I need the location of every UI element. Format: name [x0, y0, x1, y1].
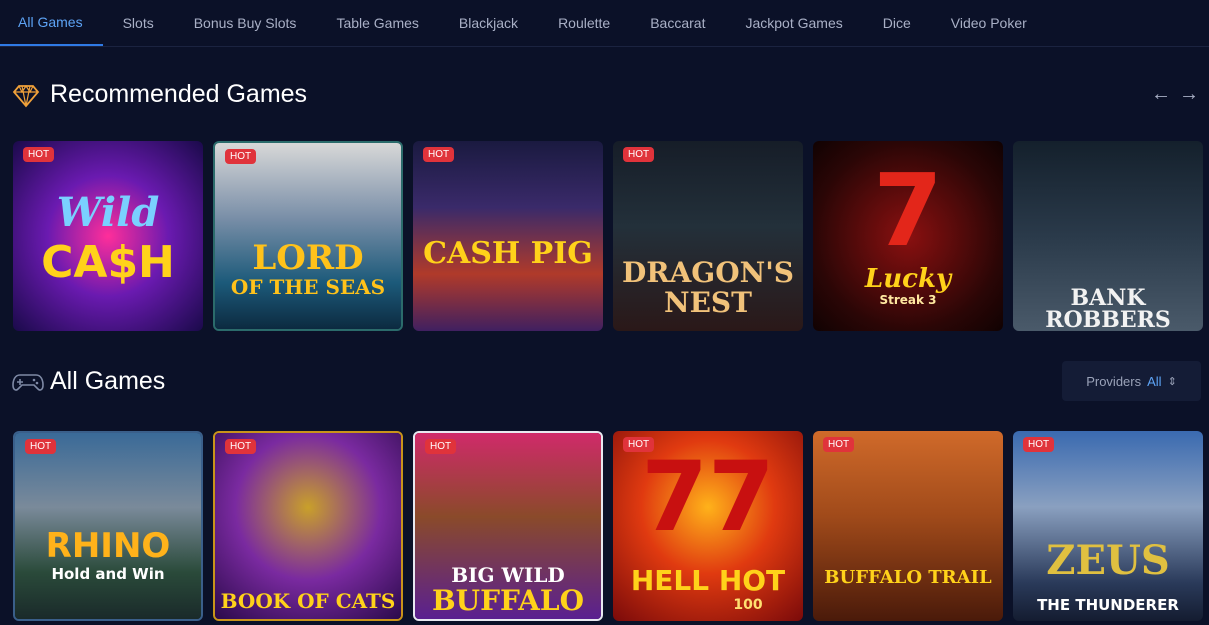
game-card-big-wild-buffalo[interactable]: HOT Big Wild Buffalo: [413, 431, 603, 621]
tab-all-games[interactable]: All Games: [0, 0, 103, 46]
game-title: Bank Robbers: [1045, 285, 1171, 331]
game-art: [13, 141, 203, 331]
recommended-title: Recommended Games: [50, 80, 308, 108]
game-art: [215, 143, 401, 329]
game-subtitle: Streak 3: [879, 293, 937, 307]
game-subtitle: 100: [733, 597, 763, 613]
tab-table-games[interactable]: Table Games: [316, 0, 438, 46]
game-title: Wild: [56, 189, 160, 236]
hot-badge: HOT: [1023, 437, 1055, 452]
game-title: Zeus: [1046, 537, 1170, 584]
game-title: of the Seas: [230, 275, 386, 299]
hot-badge: HOT: [25, 439, 57, 454]
tab-slots[interactable]: Slots: [103, 0, 174, 46]
game-card-rhino[interactable]: HOT Rhino Hold and Win: [13, 431, 203, 621]
game-title: Big Wild: [451, 563, 565, 587]
all-games-title: All Games: [50, 367, 166, 395]
category-tabs: All Games Slots Bonus Buy Slots Table Ga…: [0, 0, 1209, 47]
providers-label: Providers: [1086, 373, 1142, 389]
game-card-lord-of-the-seas[interactable]: HOT Lord of the Seas: [213, 141, 403, 331]
tab-video-poker[interactable]: Video Poker: [931, 0, 1047, 46]
game-title: CA$H: [41, 237, 175, 288]
game-title: 77: [641, 441, 775, 553]
game-card-dragons-nest[interactable]: HOT Dragon's Nest: [613, 141, 803, 331]
tab-jackpot-games[interactable]: Jackpot Games: [725, 0, 862, 46]
gamepad-icon: [12, 368, 44, 396]
all-games-row: HOT Rhino Hold and Win HOT Book of Cats …: [13, 431, 1203, 621]
game-title: Lucky: [864, 264, 952, 294]
hot-badge: HOT: [425, 439, 457, 454]
game-title: Lord: [252, 238, 364, 278]
arrow-right-icon[interactable]: →: [1179, 84, 1199, 104]
tab-bonus-buy-slots[interactable]: Bonus Buy Slots: [174, 0, 317, 46]
game-title: Hell Hot: [630, 564, 786, 597]
hot-badge: HOT: [823, 437, 855, 452]
game-card-lucky-streak-3[interactable]: 7 Lucky Streak 3: [813, 141, 1003, 331]
recommended-games-row: HOT Wild CA$H HOT Lord of the Seas HOT C…: [13, 141, 1203, 331]
game-card-zeus-the-thunderer[interactable]: HOT Zeus The Thunderer: [1013, 431, 1203, 621]
game-card-bank-robbers[interactable]: Bank Robbers: [1013, 141, 1203, 331]
game-card-wild-cash[interactable]: HOT Wild CA$H: [13, 141, 203, 331]
all-games-section-title: All Games: [12, 367, 165, 396]
tab-dice[interactable]: Dice: [863, 0, 931, 46]
game-title: Cash Pig: [423, 236, 593, 271]
game-card-book-of-cats[interactable]: HOT Book of Cats: [213, 431, 403, 621]
chevron-up-down-icon: ⇕: [1167, 375, 1177, 388]
recommended-section-title: Recommended Games: [12, 80, 307, 109]
game-title: Nest: [664, 286, 752, 319]
tab-roulette[interactable]: Roulette: [538, 0, 630, 46]
game-title: Book of Cats: [220, 589, 396, 613]
game-card-hell-hot-100[interactable]: HOT 77 Hell Hot 100: [613, 431, 803, 621]
tab-blackjack[interactable]: Blackjack: [439, 0, 538, 46]
hot-badge: HOT: [623, 437, 655, 452]
game-subtitle: Hold and Win: [51, 565, 165, 583]
hot-badge: HOT: [23, 147, 55, 162]
carousel-nav: ← →: [1151, 84, 1199, 104]
tab-baccarat[interactable]: Baccarat: [630, 0, 725, 46]
diamond-icon: [12, 81, 40, 109]
hot-badge: HOT: [623, 147, 655, 162]
game-title: Rhino: [45, 526, 171, 566]
providers-filter[interactable]: Providers All ⇕: [1062, 361, 1201, 401]
hot-badge: HOT: [225, 149, 257, 164]
game-subtitle: The Thunderer: [1037, 596, 1179, 614]
providers-value: All: [1147, 373, 1162, 389]
game-title: Dragon's: [622, 256, 794, 289]
arrow-left-icon[interactable]: ←: [1151, 84, 1171, 104]
game-card-cash-pig[interactable]: HOT Cash Pig: [413, 141, 603, 331]
game-art: [1013, 431, 1203, 621]
game-title: 7: [873, 152, 943, 269]
hot-badge: HOT: [423, 147, 455, 162]
game-title: Buffalo: [431, 584, 584, 617]
game-title: Buffalo Trail: [824, 567, 992, 588]
hot-badge: HOT: [225, 439, 257, 454]
game-art: [813, 431, 1003, 621]
game-card-buffalo-trail[interactable]: HOT Buffalo Trail: [813, 431, 1003, 621]
